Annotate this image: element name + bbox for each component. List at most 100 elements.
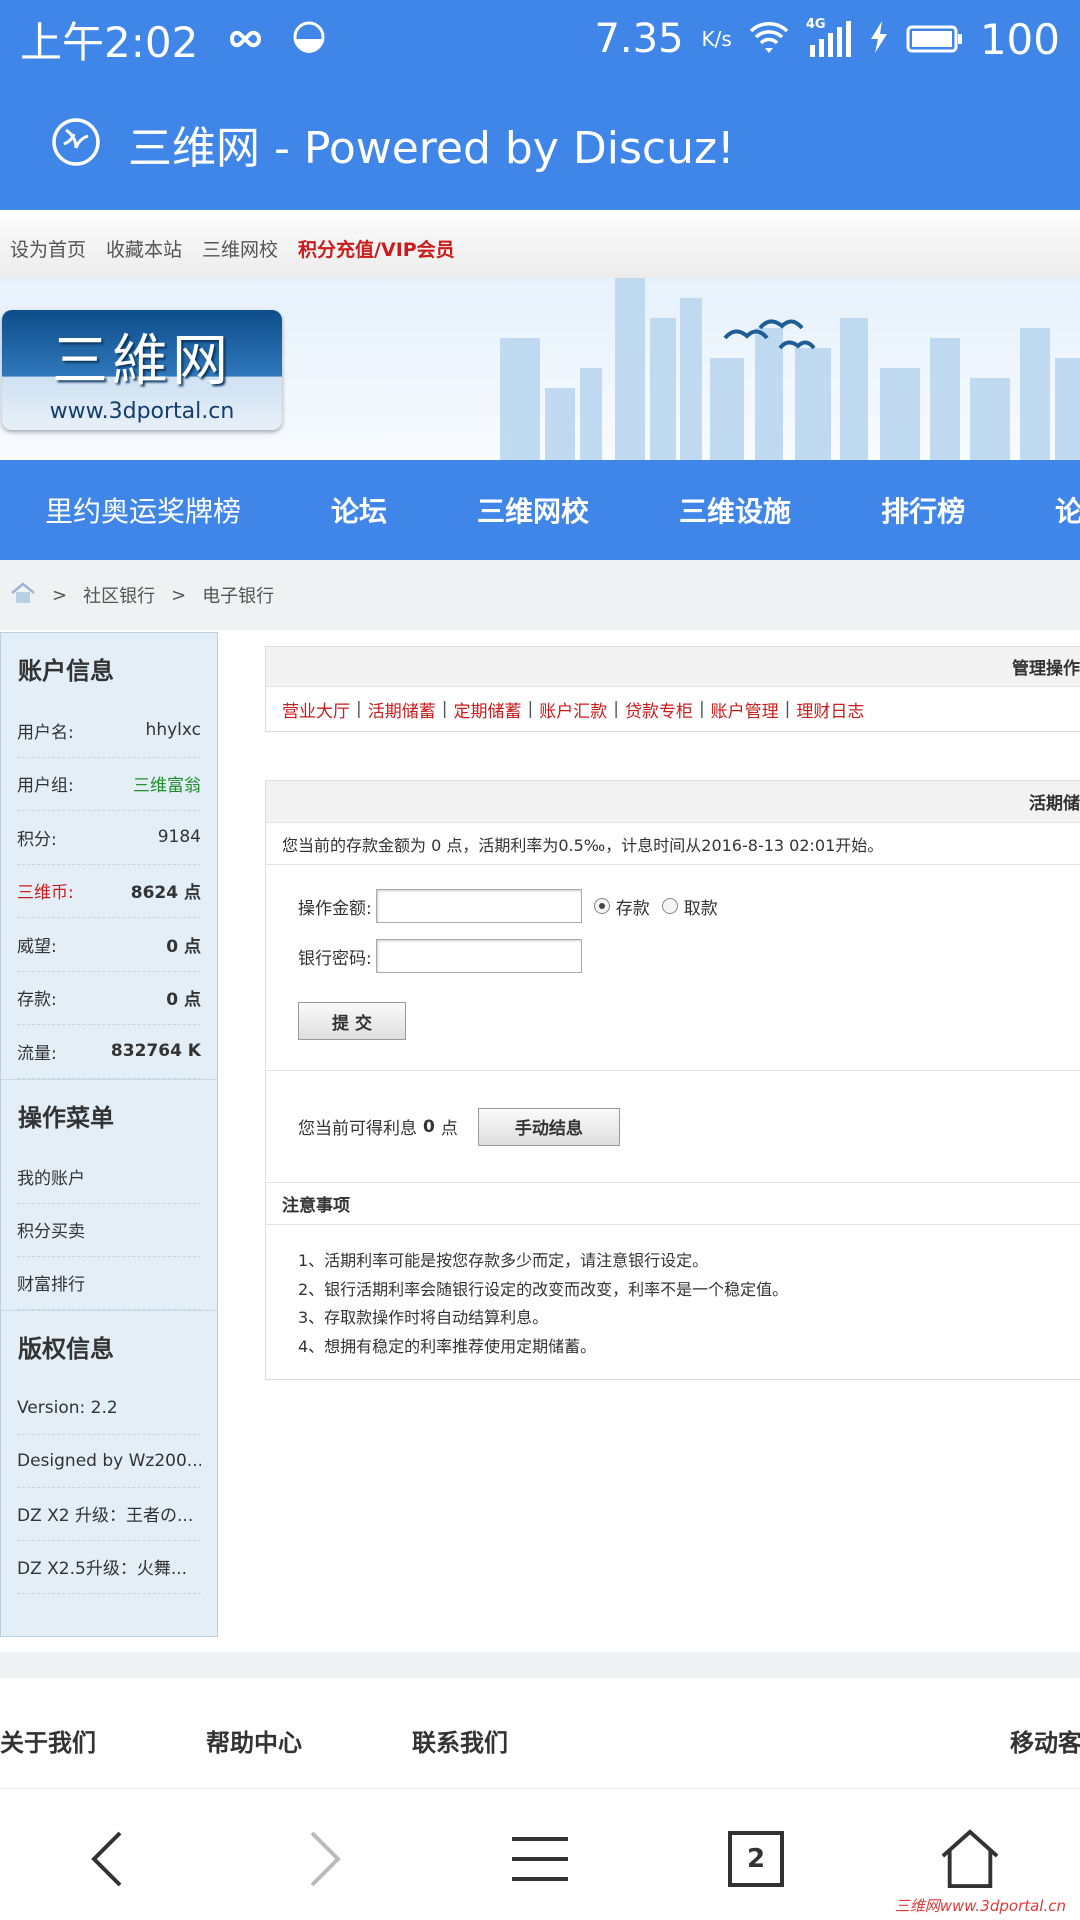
withdraw-radio[interactable] xyxy=(661,898,678,914)
amount-label: 操作金额: xyxy=(298,898,372,919)
menu-section: 操作菜单 我的账户 积分买卖 财富排行 xyxy=(1,1078,217,1310)
breadcrumb-bank[interactable]: 社区银行 xyxy=(83,582,155,608)
deposit-info: 您当前的存款金额为 0 点，活期利率为0.5‰，计息时间从2016-8-13 0… xyxy=(266,823,1080,865)
copyright-section: 版权信息 Version: 2.2 Designed by Wz200... D… xyxy=(1,1309,217,1594)
password-label: 银行密码: xyxy=(298,948,372,969)
link-remittance[interactable]: 账户汇款 xyxy=(539,697,607,722)
info-row-traffic: 流量: 832764 K xyxy=(17,1025,201,1079)
forward-icon[interactable] xyxy=(294,1829,354,1889)
note-item: 3、存取款操作时将自动结算利息。 xyxy=(298,1308,549,1327)
network-speed: 7.35 xyxy=(594,16,684,62)
menu-item-wealth-ranking[interactable]: 财富排行 xyxy=(17,1257,201,1310)
breadcrumb-ebank[interactable]: 电子银行 xyxy=(202,582,274,608)
password-input[interactable] xyxy=(375,939,582,973)
deposit-form: 操作金额: 存款 取款 银行密码: 提 交 xyxy=(266,865,1080,1071)
info-value: 0 点 xyxy=(166,990,201,1011)
info-row-username: 用户名: hhylxc xyxy=(17,704,201,758)
sidebar: 账户信息 用户名: hhylxc 用户组: 三维富翁 积分: 9184 三维币:… xyxy=(0,632,218,1637)
top-link-bookmark[interactable]: 收藏本站 xyxy=(106,235,182,262)
nav-item-ranking[interactable]: 排行榜 xyxy=(836,490,1010,530)
menu-title: 操作菜单 xyxy=(18,1103,114,1132)
footer-help[interactable]: 帮助中心 xyxy=(206,1723,302,1758)
link-fixed-savings[interactable]: 定期储蓄 xyxy=(453,697,521,722)
link-finance-log[interactable]: 理财日志 xyxy=(796,697,864,722)
copyright-line: DZ X2 升级：王者の... xyxy=(17,1488,201,1541)
info-row-usergroup: 用户组: 三维富翁 xyxy=(17,758,201,811)
nav-item-forum[interactable]: 论坛 xyxy=(286,490,432,530)
footer-contact[interactable]: 联系我们 xyxy=(412,1723,508,1758)
link-demand-savings[interactable]: 活期储蓄 xyxy=(368,697,436,722)
page-title: 三维网 - Powered by Discuz! xyxy=(128,123,735,174)
amount-input[interactable] xyxy=(375,889,582,923)
footer-about[interactable]: 关于我们 xyxy=(0,1723,96,1758)
top-links: 设为首页 收藏本站 三维网校 积分充值/VIP会员 xyxy=(0,218,1080,278)
link-separator: | xyxy=(356,699,362,719)
info-row-points: 积分: 9184 xyxy=(17,811,201,865)
copyright-title: 版权信息 xyxy=(18,1334,114,1363)
site-logo[interactable]: 三維网 www.3dportal.cn xyxy=(2,310,282,430)
site-banner: 三維网 www.3dportal.cn xyxy=(0,278,1080,460)
menu-icon[interactable] xyxy=(510,1829,570,1889)
battery-icon xyxy=(906,15,964,64)
link-separator: | xyxy=(613,699,619,719)
interest-prefix: 您当前可得利息 xyxy=(298,1119,417,1139)
info-row-prestige: 威望: 0 点 xyxy=(17,918,201,972)
site-favicon-icon xyxy=(50,116,102,172)
submit-row: 提 交 xyxy=(298,981,1080,1061)
interest-value: 0 xyxy=(423,1116,435,1137)
manage-links: 营业大厅 | 活期储蓄 | 定期储蓄 | 账户汇款 | 贷款专柜 | 账户管理 … xyxy=(266,687,1080,731)
link-account-management[interactable]: 账户管理 xyxy=(711,697,779,722)
link-separator: | xyxy=(527,699,534,719)
link-separator: | xyxy=(441,699,448,719)
account-info-title: 账户信息 xyxy=(18,657,114,685)
logo-url: www.3dportal.cn xyxy=(49,399,235,424)
status-time: 上午2:02 xyxy=(20,17,199,67)
footer-separator xyxy=(0,1652,1080,1678)
browser-title-bar: 三维网 - Powered by Discuz! xyxy=(0,78,1080,210)
link-business-hall[interactable]: 营业大厅 xyxy=(282,697,350,722)
deposit-radio[interactable] xyxy=(593,898,610,914)
nav-item-olympics[interactable]: 里约奥运奖牌榜 xyxy=(0,490,286,530)
nav-item-school[interactable]: 三维网校 xyxy=(432,490,634,530)
note-item: 4、想拥有稳定的利率推荐使用定期储蓄。 xyxy=(298,1336,597,1356)
top-link-homepage[interactable]: 设为首页 xyxy=(10,235,86,262)
info-value: 三维富翁 xyxy=(133,776,201,797)
signal-icon: 4G xyxy=(806,17,852,57)
footer-mobile[interactable]: 移动客 xyxy=(1010,1723,1080,1758)
nav-item-more[interactable]: 论 xyxy=(1010,490,1080,530)
info-label: 用户组: xyxy=(17,776,74,797)
manage-panel-header: 管理操作 xyxy=(266,647,1080,687)
wifi-icon xyxy=(748,15,790,64)
link-loans[interactable]: 贷款专柜 xyxy=(625,697,693,722)
info-value: 8624 点 xyxy=(130,883,201,904)
manual-settle-button[interactable]: 手动结息 xyxy=(477,1107,620,1146)
top-link-vip[interactable]: 积分充值/VIP会员 xyxy=(298,235,455,262)
top-link-school[interactable]: 三维网校 xyxy=(202,235,278,262)
tabs-button[interactable]: 2 xyxy=(726,1829,786,1889)
manage-panel: 管理操作 营业大厅 | 活期储蓄 | 定期储蓄 | 账户汇款 | 贷款专柜 | … xyxy=(265,646,1080,732)
browser-bottom-bar: 2 三维网www.3dportal.cn xyxy=(0,1788,1080,1920)
footer-links: 关于我们 帮助中心 联系我们 移动客 xyxy=(0,1700,1080,1780)
info-label: 流量: xyxy=(17,1043,57,1064)
tab-count: 2 xyxy=(728,1831,784,1887)
submit-button[interactable]: 提 交 xyxy=(298,1002,406,1040)
breadcrumb-separator: > xyxy=(52,584,68,606)
demand-panel-header: 活期储 xyxy=(266,781,1080,823)
info-label: 三维币: xyxy=(17,883,74,904)
deposit-radio-label[interactable]: 存款 xyxy=(616,894,650,919)
home-icon[interactable] xyxy=(10,581,36,609)
info-value: 832764 K xyxy=(110,1041,201,1062)
info-row-deposit: 存款: 0 点 xyxy=(17,972,201,1025)
back-icon[interactable] xyxy=(78,1829,138,1889)
link-separator: | xyxy=(698,699,705,719)
info-label: 用户名: xyxy=(17,722,74,743)
interest-unit: 点 xyxy=(440,1119,458,1139)
nav-item-facilities[interactable]: 三维设施 xyxy=(634,490,836,530)
main-nav: 里约奥运奖牌榜 论坛 三维网校 三维设施 排行榜 论 xyxy=(0,460,1080,560)
note-item: 1、活期利率可能是按您存款多少而定，请注意银行设定。 xyxy=(298,1251,709,1270)
menu-item-my-account[interactable]: 我的账户 xyxy=(17,1151,201,1204)
home-nav-icon[interactable] xyxy=(940,1829,1000,1889)
notes-list: 1、活期利率可能是按您存款多少而定，请注意银行设定。 2、银行活期利率会随银行设… xyxy=(266,1225,1080,1361)
withdraw-radio-label[interactable]: 取款 xyxy=(684,894,718,919)
menu-item-trade-points[interactable]: 积分买卖 xyxy=(17,1204,201,1257)
